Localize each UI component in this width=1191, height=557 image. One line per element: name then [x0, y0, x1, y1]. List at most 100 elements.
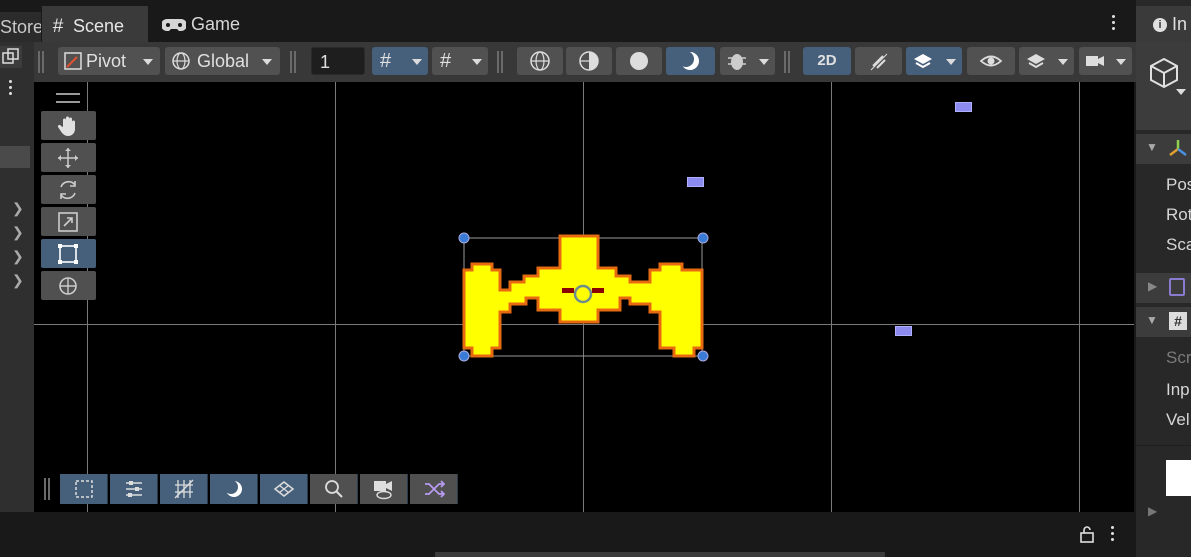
2d-mode-button[interactable]: 2D — [803, 47, 851, 75]
tab-scene-label: Scene — [73, 16, 125, 36]
grid-line — [1079, 82, 1080, 512]
transform-icon — [59, 277, 77, 295]
bug-icon — [728, 54, 746, 70]
expand-arrow-icon[interactable]: ▶ — [1148, 504, 1157, 518]
lighting-toggle-button[interactable] — [855, 47, 902, 75]
pivot-icon — [64, 52, 82, 70]
ship-eye — [562, 288, 574, 293]
tab-game-label: Game — [191, 14, 241, 34]
grid-snap-value: 1 — [320, 52, 331, 72]
script-hash-icon: # — [1169, 312, 1187, 330]
camera-preview-overlay-button[interactable] — [360, 474, 408, 504]
move-icon — [58, 148, 78, 168]
rect-handle[interactable] — [458, 350, 470, 362]
global-dropdown[interactable]: Global — [165, 47, 280, 75]
ship-eye — [592, 288, 604, 293]
overlay-toolbar — [60, 474, 458, 504]
cube-icon — [1150, 57, 1178, 89]
panel-layout-icon[interactable] — [0, 46, 22, 68]
transform-tool-button[interactable] — [41, 271, 96, 300]
object-header — [1136, 42, 1191, 130]
layers-dropdown[interactable] — [1019, 47, 1074, 75]
sprite-preview — [1166, 460, 1191, 496]
navigation-overlay-button[interactable] — [260, 474, 308, 504]
position-label: Pos — [1166, 175, 1191, 194]
tab-store-label: Store — [0, 17, 41, 37]
grid-snap-button[interactable]: # — [432, 47, 488, 75]
scrollbar[interactable] — [435, 552, 885, 557]
toolbar-grip[interactable] — [38, 51, 44, 73]
hierarchy-menu-icon[interactable] — [9, 80, 13, 98]
ship-sprite[interactable] — [454, 228, 714, 364]
scale-tool-button[interactable] — [41, 207, 96, 236]
grid-overlay-button[interactable] — [160, 474, 208, 504]
chevron-down-icon — [759, 59, 769, 65]
camera-eye-icon — [374, 481, 392, 500]
tab-scene[interactable]: # Scene — [42, 6, 148, 42]
pivot-dropdown[interactable]: Pivot — [58, 47, 160, 75]
effects-button[interactable] — [906, 47, 962, 75]
toolbar-grip[interactable] — [497, 51, 503, 73]
debug-draw-mode-button[interactable] — [720, 47, 775, 75]
expand-arrow-icon[interactable]: ❯ — [12, 224, 24, 241]
shaded-wire-sphere-icon — [579, 51, 599, 71]
script-component-header[interactable]: ▼ # — [1136, 307, 1191, 337]
shaded-button[interactable] — [616, 47, 662, 75]
selected-row[interactable] — [0, 146, 30, 168]
rect-tool-button[interactable] — [41, 239, 96, 268]
camera-icon — [1086, 56, 1104, 66]
pivot-label: Pivot — [86, 51, 127, 71]
search-icon — [325, 480, 343, 498]
grid-snap-field[interactable]: 1 — [311, 47, 365, 75]
rect-handle[interactable] — [458, 232, 470, 244]
unlit-button[interactable] — [666, 47, 715, 75]
transform-component-header[interactable]: ▼ — [1136, 134, 1191, 164]
layers-icon — [1027, 54, 1045, 69]
more-options-icon[interactable] — [1111, 526, 1115, 544]
scene-viewport[interactable] — [34, 82, 1134, 512]
rect-overlay-button[interactable] — [60, 474, 108, 504]
chevron-down-icon[interactable] — [1176, 89, 1186, 95]
expand-arrow-icon[interactable]: ❯ — [12, 200, 24, 217]
shuffle-overlay-button[interactable] — [410, 474, 458, 504]
divider — [1136, 445, 1191, 446]
moon-icon — [224, 480, 242, 497]
shaded-wireframe-button[interactable] — [566, 47, 612, 75]
wireframe-draw-button[interactable] — [517, 47, 563, 75]
expand-arrow-icon: ▶ — [1148, 279, 1158, 293]
move-tool-button[interactable] — [41, 143, 96, 172]
rotate-tool-button[interactable] — [41, 175, 96, 204]
marker-sprite[interactable] — [687, 177, 704, 187]
chevron-down-icon — [412, 59, 422, 65]
rect-handle[interactable] — [697, 232, 709, 244]
chevron-down-icon — [472, 59, 482, 65]
hand-tool-button[interactable] — [41, 111, 96, 140]
velocity-label: Vel — [1166, 410, 1190, 429]
grid-visibility-button[interactable]: # — [372, 47, 428, 75]
toolbar-grip[interactable] — [290, 51, 296, 73]
rect-handle[interactable] — [697, 350, 709, 362]
toolbar-grip[interactable] — [784, 51, 790, 73]
shaded-sphere-icon — [630, 52, 648, 70]
scene-visibility-button[interactable] — [967, 47, 1015, 75]
expand-arrow-icon[interactable]: ❯ — [12, 248, 24, 265]
tab-game[interactable]: Game — [160, 6, 280, 42]
sliders-overlay-button[interactable] — [110, 474, 158, 504]
overlay-toolbar-grip[interactable] — [44, 478, 50, 500]
expand-arrow-icon[interactable]: ❯ — [12, 272, 24, 289]
collapse-arrow-icon: ▼ — [1146, 313, 1158, 327]
palette-drag-handle[interactable] — [56, 93, 80, 103]
info-icon: i — [1153, 18, 1167, 33]
marker-sprite[interactable] — [955, 102, 972, 112]
search-overlay-button[interactable] — [310, 474, 358, 504]
tab-store[interactable]: Store — [0, 12, 41, 42]
lighting-overlay-button[interactable] — [210, 474, 258, 504]
hierarchy-panel-edge: ❯ ❯ ❯ ❯ — [0, 42, 34, 512]
bottom-panel-header — [0, 512, 1136, 557]
camera-dropdown[interactable] — [1079, 47, 1132, 75]
marker-sprite[interactable] — [895, 326, 912, 336]
tab-inspector[interactable]: i In — [1136, 6, 1191, 42]
component-header[interactable]: ▶ — [1136, 273, 1191, 303]
more-options-icon[interactable] — [1112, 15, 1116, 33]
lock-icon[interactable] — [1080, 525, 1094, 543]
